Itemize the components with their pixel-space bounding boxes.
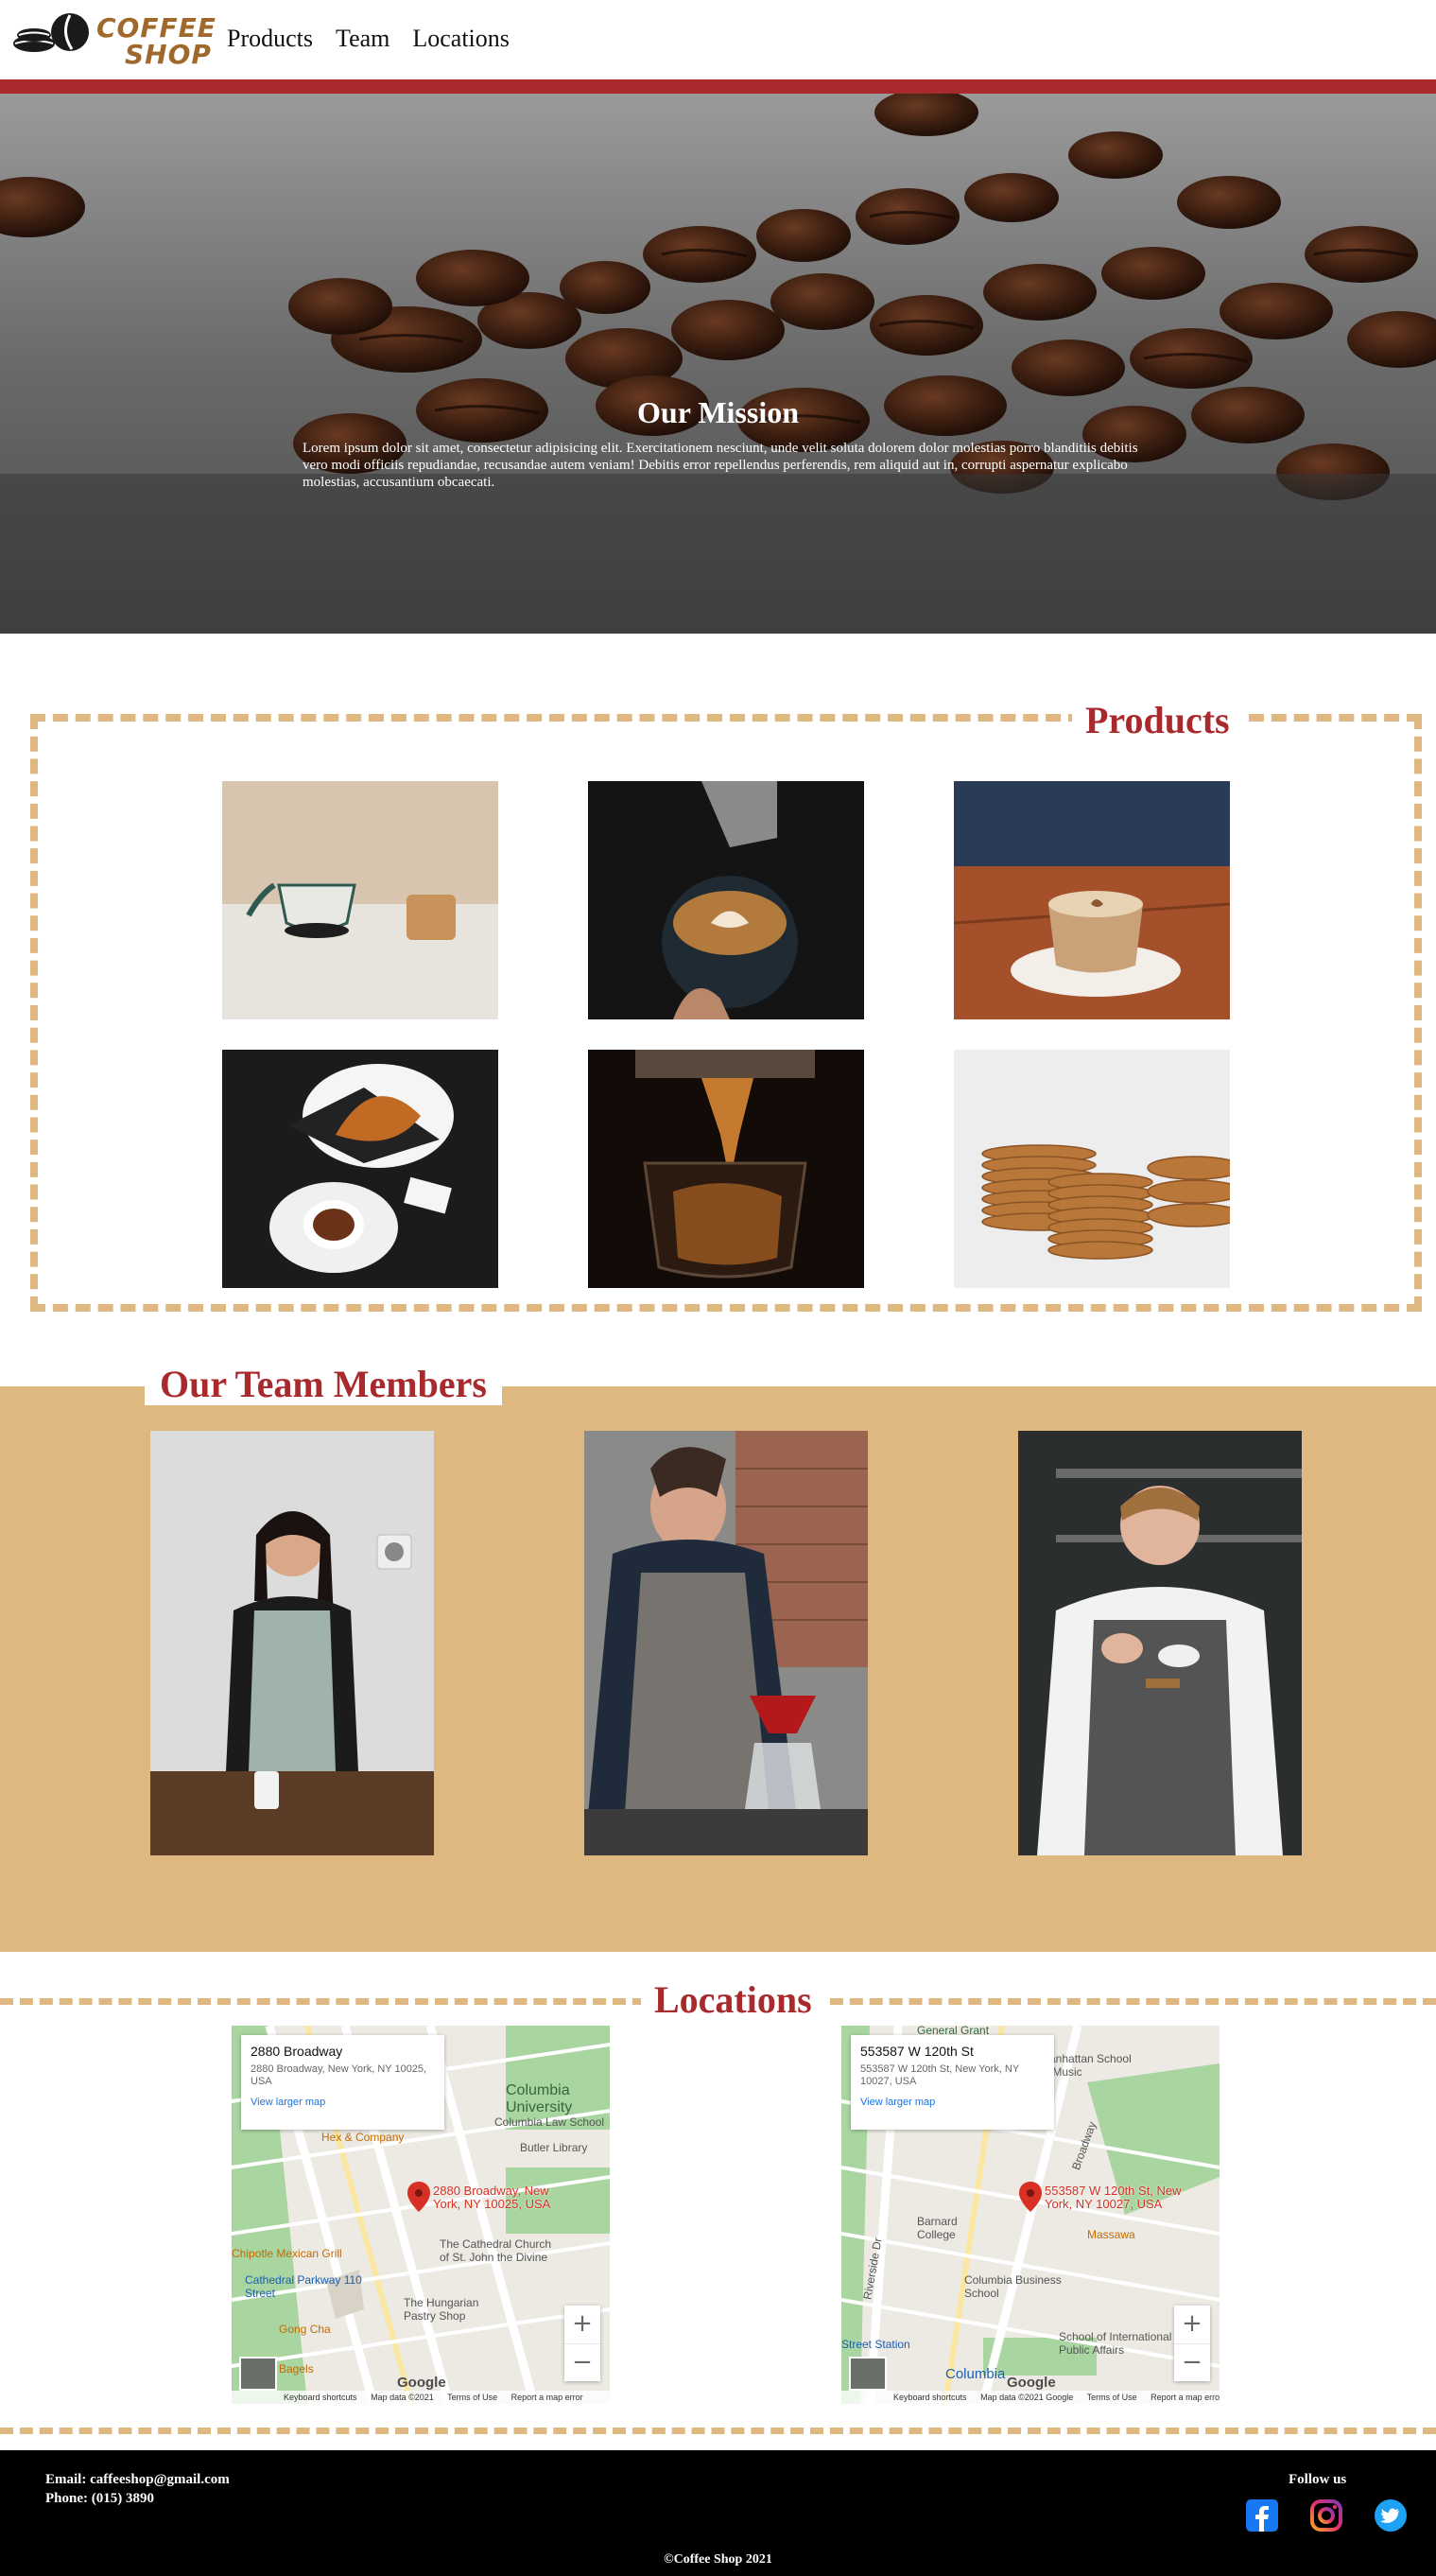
barista-man-cup-photo[interactable] [1018, 1431, 1302, 1855]
twitter-icon[interactable] [1375, 2499, 1407, 2532]
zoom-out-button[interactable]: − [564, 2343, 600, 2381]
map-card-title: 2880 Broadway [251, 2044, 343, 2059]
map-label: Hex & Company [321, 2131, 405, 2144]
map-footer: Keyboard shortcuts Map data ©2021 Google… [841, 2391, 1220, 2404]
map-label: Street Station [841, 2338, 910, 2351]
map-zoom-control: + − [1174, 2306, 1210, 2381]
map-embed-broadway[interactable]: Columbia University Columbia Law School … [232, 2026, 610, 2404]
map-label: Columbia [945, 2366, 1006, 2382]
terms-link[interactable]: Terms of Use [1087, 2393, 1137, 2402]
facebook-icon[interactable] [1246, 2499, 1278, 2532]
site-header: COFFEE SHOP Products Team Locations [0, 0, 1436, 79]
croissant-and-coffee-photo[interactable] [222, 1050, 498, 1288]
view-larger-map-link[interactable]: View larger map [860, 2097, 1045, 2108]
hero-banner [0, 94, 1436, 634]
report-error-link[interactable]: Report a map error [1151, 2393, 1220, 2402]
barista-woman-apron-photo[interactable] [150, 1431, 434, 1855]
nav-team-link[interactable]: Team [336, 25, 389, 53]
satellite-toggle[interactable] [239, 2357, 277, 2391]
terms-link[interactable]: Terms of Use [447, 2393, 497, 2402]
google-logo: Google [1007, 2375, 1056, 2391]
logo[interactable]: COFFEE SHOP [13, 9, 216, 68]
keyboard-shortcuts-link[interactable]: Keyboard shortcuts [893, 2393, 967, 2402]
instagram-icon[interactable] [1310, 2499, 1342, 2532]
map-pin-label: 2880 Broadway, New York, NY 10025, USA [433, 2184, 551, 2211]
latte-art-pour-photo[interactable] [588, 781, 864, 1019]
mission-text: Lorem ipsum dolor sit amet, consectetur … [303, 441, 1138, 490]
locations-title: Locations [641, 1979, 825, 2021]
coffee-bean-icon [13, 13, 89, 52]
team-title: Our Team Members [145, 1364, 502, 1405]
report-error-link[interactable]: Report a map error [511, 2393, 583, 2402]
products-title: Products [1072, 700, 1243, 741]
map-card-address: 553587 W 120th St, New York, NY 10027, U… [860, 2063, 1019, 2087]
locations-divider-bottom [0, 2428, 1436, 2434]
map-label: Columbia Law School [494, 2115, 605, 2129]
logo-text: COFFEE SHOP [96, 12, 216, 70]
view-larger-map-link[interactable]: View larger map [251, 2097, 435, 2108]
map-label: Barnard College [917, 2215, 958, 2241]
map-data-text: Map data ©2021 Google [980, 2393, 1074, 2402]
map-embed-120th-st[interactable]: General Grant Manhattan School of Music … [841, 2026, 1220, 2404]
keyboard-shortcuts-link[interactable]: Keyboard shortcuts [284, 2393, 357, 2402]
footer-phone: Phone: (015) 3890 [45, 2491, 154, 2506]
cookie-stack-photo[interactable] [954, 1050, 1230, 1288]
map-zoom-control: + − [564, 2306, 600, 2381]
zoom-in-button[interactable]: + [1174, 2306, 1210, 2343]
main-nav: Products Team Locations [227, 25, 532, 53]
footer-email[interactable]: Email: caffeeshop@gmail.com [45, 2472, 230, 2488]
zoom-out-button[interactable]: − [1174, 2343, 1210, 2381]
barista-pour-over-photo[interactable] [584, 1431, 868, 1855]
map-pin-label: 553587 W 120th St, New York, NY 10027, U… [1045, 2184, 1182, 2211]
map-pin-icon[interactable] [407, 2182, 430, 2212]
copyright-text: ©Coffee Shop 2021 [664, 2552, 772, 2567]
map-card-title: 553587 W 120th St [860, 2044, 974, 2059]
map-label: Cathedral Parkway 110 Street [245, 2273, 362, 2300]
map-label: Columbia University [506, 2082, 573, 2115]
satellite-toggle[interactable] [849, 2357, 887, 2391]
map-label: The Cathedral Church of St. John the Div… [440, 2237, 552, 2264]
zoom-in-button[interactable]: + [564, 2306, 600, 2343]
map-info-card: 2880 Broadway 2880 Broadway, New York, N… [241, 2035, 444, 2130]
mission-title: Our Mission [637, 395, 799, 429]
map-label: Bagels [279, 2362, 314, 2376]
nav-products-link[interactable]: Products [227, 25, 313, 53]
follow-us-label: Follow us [1289, 2472, 1347, 2487]
nav-locations-link[interactable]: Locations [412, 25, 510, 53]
coffee-dripper-photo[interactable] [222, 781, 498, 1019]
header-divider [0, 79, 1436, 94]
map-card-address: 2880 Broadway, New York, NY 10025, USA [251, 2063, 427, 2087]
map-label: Manhattan School of Music [1040, 2052, 1132, 2079]
map-label: Butler Library [520, 2141, 588, 2154]
map-label: The Hungarian Pastry Shop [404, 2296, 479, 2323]
google-logo: Google [397, 2375, 446, 2391]
map-label: Columbia Business School [964, 2273, 1062, 2300]
mission-overlay [0, 474, 1436, 634]
map-label: Massawa [1087, 2228, 1135, 2241]
map-pin-icon[interactable] [1019, 2182, 1042, 2212]
map-data-text: Map data ©2021 [371, 2393, 434, 2402]
cappuccino-cup-photo[interactable] [954, 781, 1230, 1019]
espresso-extraction-photo[interactable] [588, 1050, 864, 1288]
site-footer: Email: caffeeshop@gmail.com Phone: (015)… [0, 2450, 1436, 2576]
map-label: Chipotle Mexican Grill [232, 2247, 342, 2260]
map-label: Gong Cha [279, 2323, 331, 2336]
map-footer: Keyboard shortcuts Map data ©2021 Terms … [232, 2391, 610, 2404]
map-info-card: 553587 W 120th St 553587 W 120th St, New… [851, 2035, 1054, 2130]
